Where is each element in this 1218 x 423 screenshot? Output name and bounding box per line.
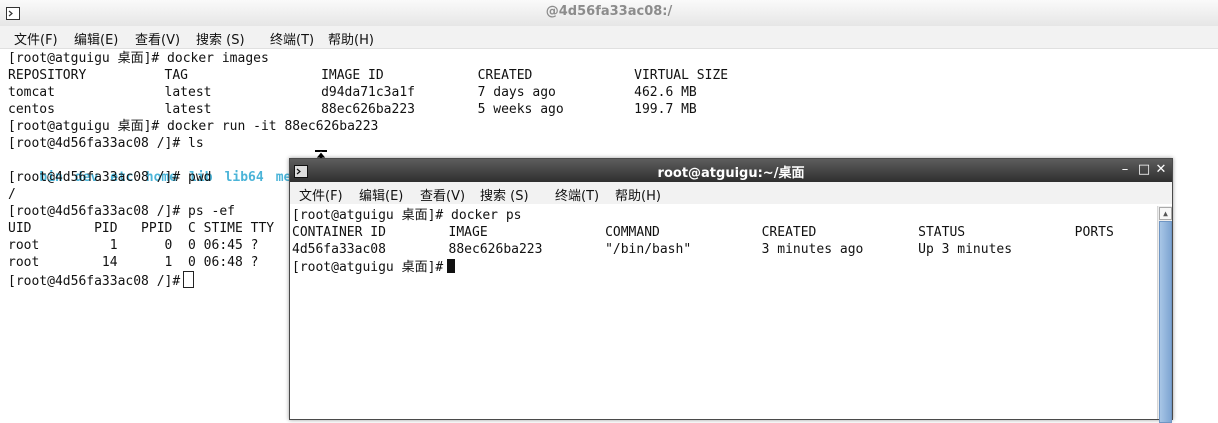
menu-file[interactable]: 文件(F) — [14, 29, 58, 48]
maximize-icon[interactable]: □ — [1135, 161, 1153, 179]
foreground-menu-bar: 文件(F) 编辑(E) 查看(V) 搜索 (S) 终端(T) 帮助(H) — [290, 182, 1172, 204]
vertical-scrollbar[interactable]: ▲ — [1157, 206, 1172, 423]
hollow-cursor — [183, 271, 195, 288]
scrollbar-thumb[interactable] — [1159, 221, 1172, 423]
foreground-window-title: root@atguigu:~/桌面 — [657, 166, 805, 181]
menu-edit[interactable]: 编辑(E) — [359, 185, 403, 204]
menu-help[interactable]: 帮助(H) — [328, 29, 374, 48]
foreground-prompt-line[interactable]: [root@atguigu 桌面]# — [292, 259, 456, 276]
background-terminal-output-bottom[interactable]: [root@4d56fa33ac08 /]# pwd / [root@4d56f… — [8, 169, 274, 271]
menu-view[interactable]: 查看(V) — [420, 185, 465, 204]
scroll-up-arrow-icon[interactable]: ▲ — [1159, 207, 1172, 220]
menu-terminal[interactable]: 终端(T) — [270, 29, 314, 48]
menu-edit[interactable]: 编辑(E) — [74, 29, 118, 48]
background-window-title: @4d56fa33ac08:/ — [545, 4, 673, 19]
background-prompt: [root@4d56fa33ac08 /]# — [8, 274, 181, 289]
close-icon[interactable]: ✕ — [1152, 161, 1170, 179]
foreground-title-bar[interactable]: root@atguigu:~/桌面 – □ ✕ — [290, 159, 1172, 182]
background-prompt-line[interactable]: [root@4d56fa33ac08 /]# — [8, 271, 195, 290]
menu-view[interactable]: 查看(V) — [135, 29, 180, 48]
menu-search[interactable]: 搜索 (S) — [480, 185, 529, 204]
foreground-terminal-output[interactable]: [root@atguigu 桌面]# docker ps CONTAINER I… — [292, 207, 1114, 258]
block-cursor — [447, 259, 456, 273]
menu-terminal[interactable]: 终端(T) — [555, 185, 599, 204]
minimize-icon[interactable]: – — [1116, 161, 1134, 179]
background-terminal-output-top[interactable]: [root@atguigu 桌面]# docker images REPOSIT… — [8, 50, 728, 152]
background-title-bar[interactable]: @4d56fa33ac08:/ — [0, 0, 1218, 27]
menu-help[interactable]: 帮助(H) — [615, 185, 661, 204]
menu-file[interactable]: 文件(F) — [299, 185, 343, 204]
menu-search[interactable]: 搜索 (S) — [196, 29, 245, 48]
foreground-prompt: [root@atguigu 桌面]# — [292, 260, 444, 275]
background-menu-bar: 文件(F) 编辑(E) 查看(V) 搜索 (S) 终端(T) 帮助(H) — [0, 26, 1218, 49]
foreground-terminal-window: root@atguigu:~/桌面 – □ ✕ 文件(F) 编辑(E) 查看(V… — [289, 158, 1173, 423]
